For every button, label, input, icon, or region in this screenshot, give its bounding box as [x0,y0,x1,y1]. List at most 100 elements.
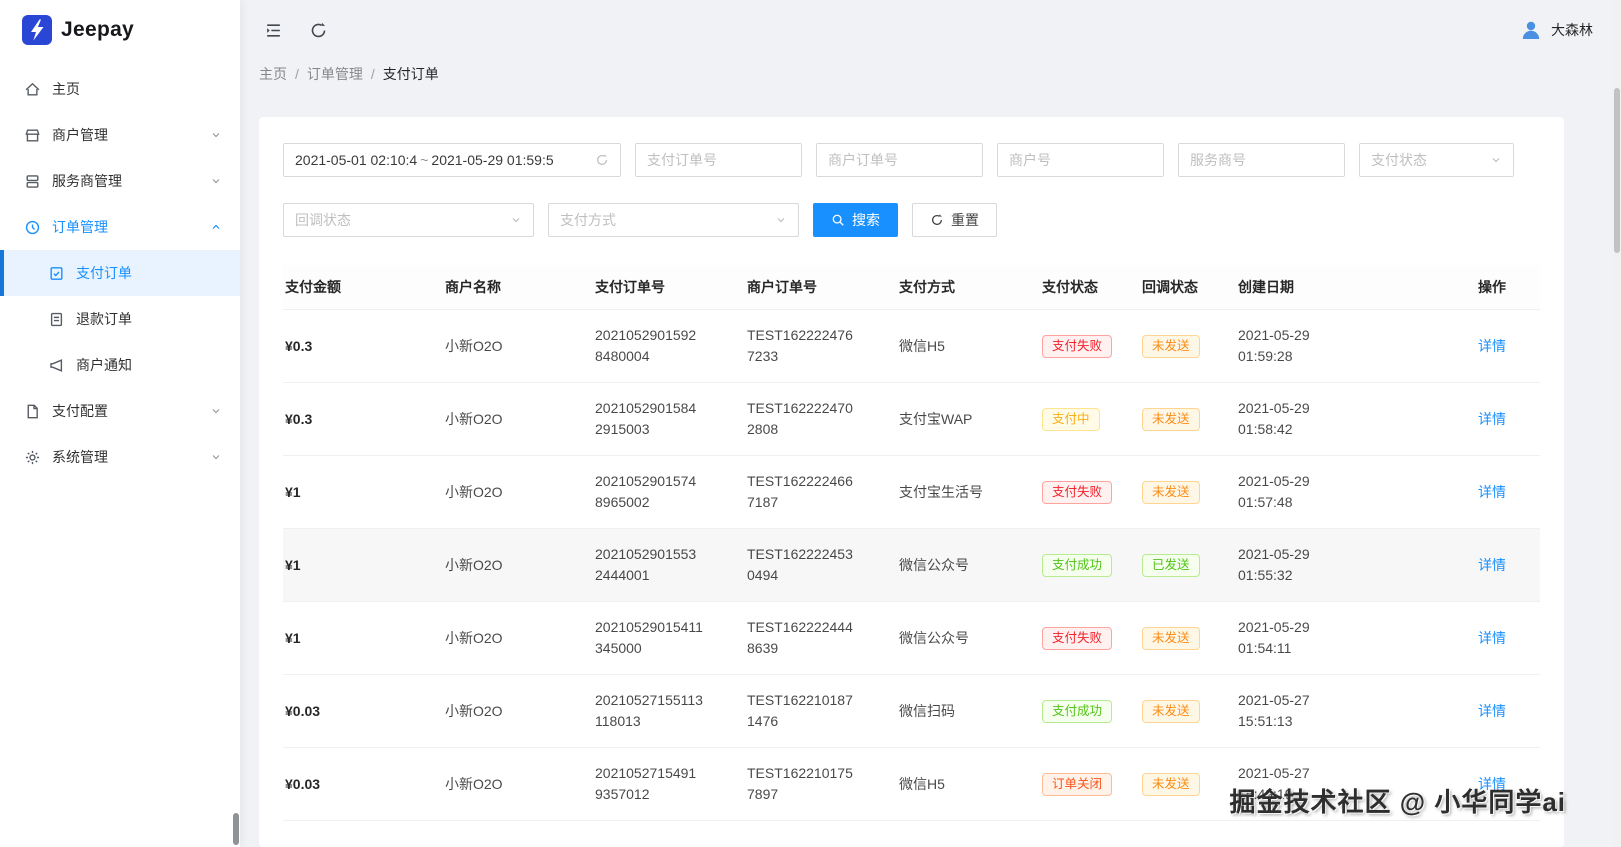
main-area: 大森林 主页 / 订单管理 / 支付订单 2021-05-01 02:10:4 … [240,0,1621,847]
amount-cell: ¥0.3 [283,382,433,456]
created-cell: 2021-05-29 01:57:48 [1226,455,1466,529]
notify-state-select[interactable]: 回调状态 [283,203,534,237]
gear-icon [24,449,41,466]
column-header-8: 操作 [1466,265,1540,310]
mch-order-no-input[interactable] [816,143,983,177]
sidebar-item-order-mgmt[interactable]: 订单管理 [0,204,240,250]
breadcrumb-current: 支付订单 [382,66,439,82]
pay-state-cell: 支付失败 [1030,455,1130,529]
mch-order-no-cell: TEST1622224667187 [735,455,887,529]
pay-way-cell: 微信公众号 [887,528,1030,602]
sidebar-item-pay-orders[interactable]: 支付订单 [0,250,240,296]
chevron-down-icon [210,175,222,187]
mch-no-input[interactable] [997,143,1164,177]
layers-icon [24,173,41,190]
sidebar-item-merchant-mgmt[interactable]: 商户管理 [0,112,240,158]
chevron-down-icon [1490,154,1502,166]
pay-order-no-cell: 20210529015532444001 [583,528,735,602]
collapse-sidebar-icon[interactable] [264,21,283,40]
username: 大森林 [1551,22,1593,38]
date-separator: ~ [420,152,429,168]
breadcrumb: 主页 / 订单管理 / 支付订单 [240,60,1621,84]
detail-link[interactable]: 详情 [1478,630,1506,646]
notify-state-badge: 未发送 [1142,480,1200,504]
sidebar-item-label: 服务商管理 [52,173,122,189]
notify-state-cell: 未发送 [1130,601,1226,675]
date-start: 2021-05-01 02:10:4 [295,152,418,168]
reset-icon [930,213,944,227]
pay-way-cell: 微信H5 [887,747,1030,821]
date-range-picker[interactable]: 2021-05-01 02:10:4 ~ 2021-05-29 01:59:5 [283,143,621,177]
reset-button[interactable]: 重置 [912,203,997,237]
date-range-value: 2021-05-01 02:10:4 ~ 2021-05-29 01:59:5 [295,152,554,168]
breadcrumb-order-mgmt[interactable]: 订单管理 [307,64,363,84]
sidebar-item-label: 支付配置 [52,403,108,419]
breadcrumb-separator: / [295,66,299,82]
action-cell: 详情 [1466,601,1540,675]
order-mgmt-submenu: 支付订单 退款订单 商户通知 [0,250,240,388]
pay-order-no-input[interactable] [635,143,802,177]
chevron-down-icon [210,129,222,141]
pay-state-cell: 支付成功 [1030,674,1130,748]
date-end: 2021-05-29 01:59:5 [431,152,554,168]
action-cell: 详情 [1466,455,1540,529]
clock-circle-icon [24,219,41,236]
column-header-6: 回调状态 [1130,265,1226,310]
detail-link[interactable]: 详情 [1478,484,1506,500]
page-scrollbar-thumb[interactable] [1614,88,1620,253]
sidebar-item-merchant-notify[interactable]: 商户通知 [0,342,240,388]
sidebar-item-label: 支付订单 [76,265,132,281]
orders-table: 支付金额 商户名称 支付订单号 商户订单号 支付方式 支付状态 回调状态 创建日期 操作 ¥0.… [283,265,1540,821]
megaphone-icon [48,357,65,374]
sidebar-item-refund-orders[interactable]: 退款订单 [0,296,240,342]
search-button[interactable]: 搜索 [813,203,898,237]
column-header-5: 支付状态 [1030,265,1130,310]
column-header-7: 创建日期 [1226,265,1466,310]
column-header-3: 商户订单号 [735,265,887,310]
notify-state-badge: 未发送 [1142,699,1200,723]
merchant-cell: 小新O2O [433,528,583,602]
pay-way-cell: 微信扫码 [887,674,1030,748]
breadcrumb-separator: / [370,66,375,82]
mch-order-no-cell: TEST1622224448639 [735,601,887,675]
sidebar-item-system-mgmt[interactable]: 系统管理 [0,434,240,480]
sidebar-item-isv-mgmt[interactable]: 服务商管理 [0,158,240,204]
sidebar-item-home[interactable]: 主页 [0,66,240,112]
notify-state-cell: 未发送 [1130,674,1226,748]
notify-state-badge: 未发送 [1142,407,1200,431]
pay-state-badge: 支付失败 [1042,480,1113,504]
sidebar-item-pay-config[interactable]: 支付配置 [0,388,240,434]
detail-link[interactable]: 详情 [1478,703,1506,719]
pay-state-select[interactable]: 支付状态 [1359,143,1514,177]
user-menu[interactable]: 大森林 [1519,18,1593,42]
table-row: ¥0.3 小新O2O 20210529015928480004 TEST1622… [283,309,1540,383]
breadcrumb-home[interactable]: 主页 [259,64,287,84]
detail-link[interactable]: 详情 [1478,411,1506,427]
detail-link[interactable]: 详情 [1478,557,1506,573]
notify-state-cell: 未发送 [1130,455,1226,529]
table-row: ¥1 小新O2O 20210529015748965002 TEST162222… [283,455,1540,529]
sidebar-item-label: 主页 [52,81,80,97]
pay-way-select[interactable]: 支付方式 [548,203,799,237]
filter-row-2: 回调状态 支付方式 搜索 重置 [283,203,1540,237]
app-root: Jeepay 主页 商户管理 服务商管理 订单管理 支付订单 退款订单 商户通知… [0,0,1621,847]
column-header-2: 支付订单号 [583,265,735,310]
table-row: ¥0.03 小新O2O 20210527155113118013 TEST162… [283,674,1540,748]
detail-link[interactable]: 详情 [1478,338,1506,354]
isv-no-input[interactable] [1178,143,1345,177]
sidebar-scrollbar-thumb[interactable] [233,813,239,845]
merchant-cell: 小新O2O [433,382,583,456]
document-check-icon [48,265,65,282]
page-scrollbar[interactable] [1613,0,1621,847]
action-cell: 详情 [1466,674,1540,748]
sidebar-item-label: 商户通知 [76,357,132,373]
amount-cell: ¥0.3 [283,309,433,383]
refresh-page-icon[interactable] [309,21,328,40]
action-cell: 详情 [1466,309,1540,383]
table-header-row: 支付金额 商户名称 支付订单号 商户订单号 支付方式 支付状态 回调状态 创建日期 操作 [283,265,1540,310]
select-placeholder: 支付方式 [560,212,616,228]
column-header-0: 支付金额 [283,265,433,310]
table-row: ¥1 小新O2O 20210529015411345000 TEST162222… [283,601,1540,675]
chevron-down-icon [775,214,787,226]
jeepay-logo-icon [22,15,52,45]
